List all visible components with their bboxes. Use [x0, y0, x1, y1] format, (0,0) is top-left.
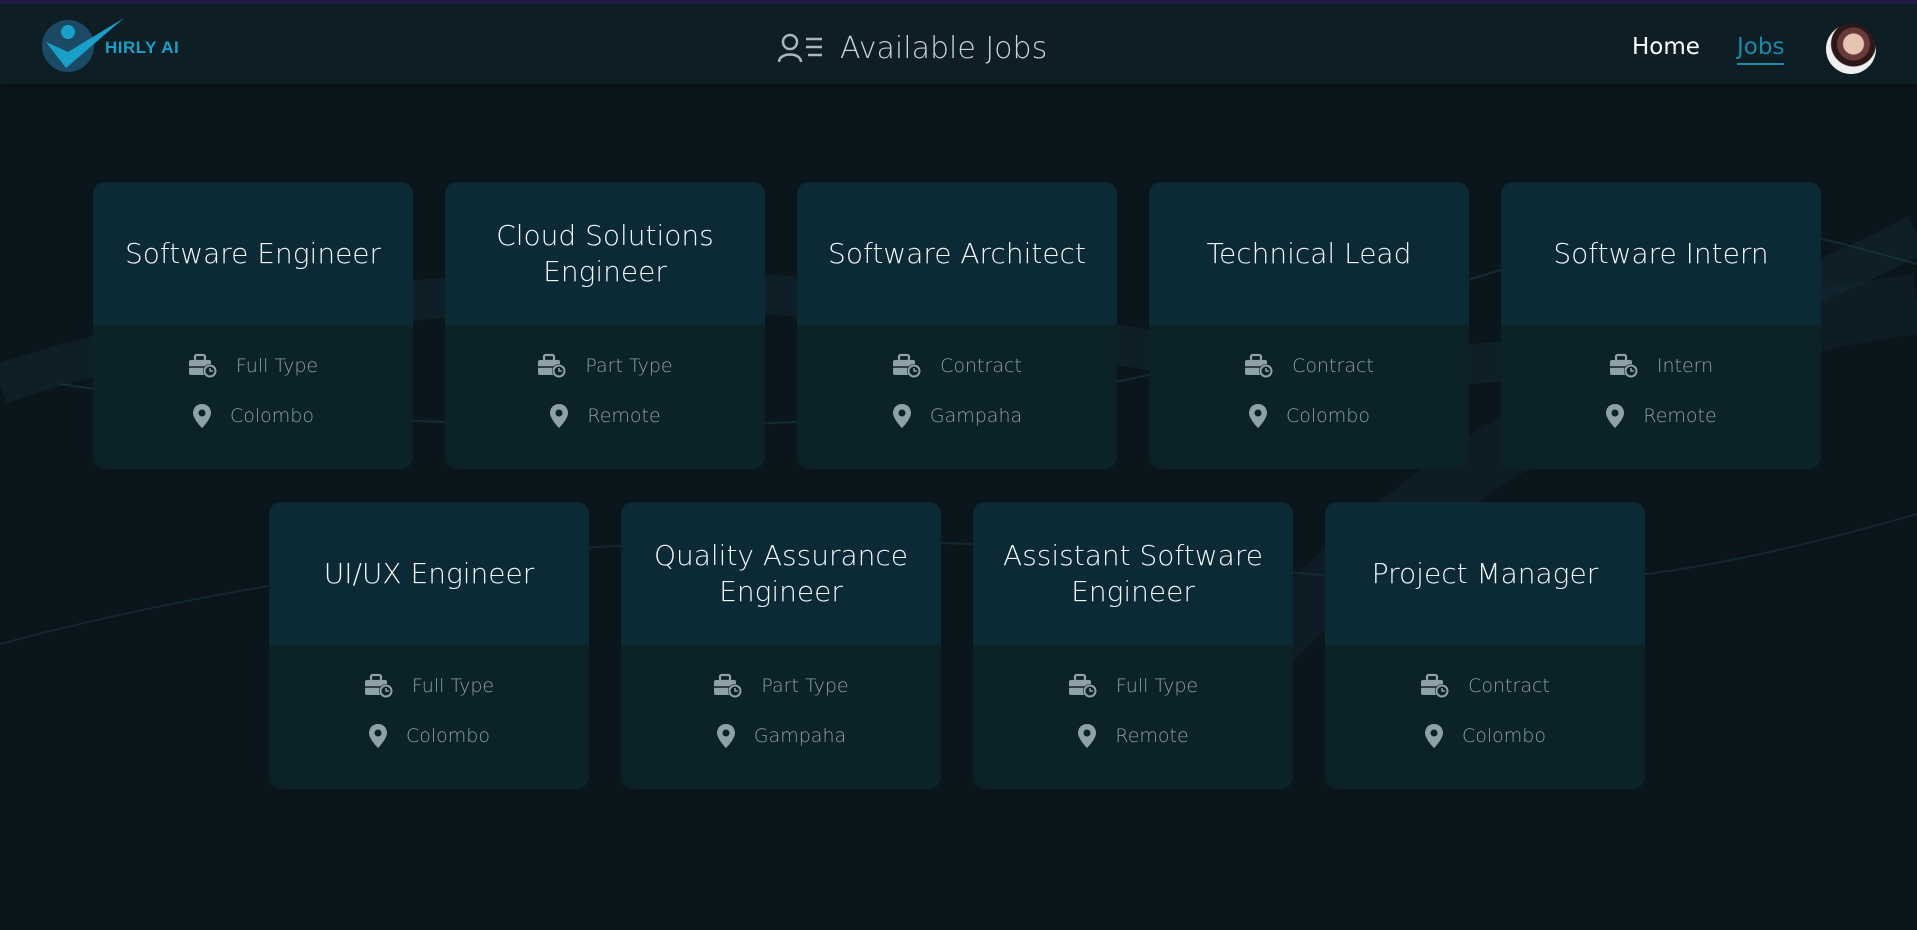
job-location-row: Colombo	[1325, 723, 1645, 749]
job-location-row: Colombo	[269, 723, 589, 749]
job-card[interactable]: UI/UX Engineer Full Type Colombo	[269, 502, 589, 789]
map-pin-icon	[550, 404, 569, 428]
map-pin-icon	[892, 404, 911, 428]
job-title: UI/UX Engineer	[323, 556, 535, 590]
nav-jobs-link[interactable]: Jobs	[1737, 34, 1785, 65]
job-type: Contract	[940, 355, 1022, 377]
job-card-header: Assistant Software Engineer	[973, 502, 1293, 645]
job-type-row: Part Type	[445, 353, 765, 379]
job-location: Colombo	[1462, 725, 1546, 747]
job-location: Colombo	[1286, 405, 1370, 427]
briefcase-clock-icon	[1068, 673, 1097, 698]
job-location-row: Remote	[445, 403, 765, 429]
job-card-header: Software Intern	[1501, 182, 1821, 325]
job-card-header: UI/UX Engineer	[269, 502, 589, 645]
job-type: Full Type	[411, 675, 495, 697]
page-title-text: Available Jobs	[840, 30, 1048, 66]
job-card[interactable]: Software Engineer Full Type Colombo	[93, 182, 413, 469]
job-location-row: Gampaha	[621, 723, 941, 749]
job-card-header: Software Architect	[797, 182, 1117, 325]
job-location: Colombo	[230, 405, 314, 427]
job-type: Full Type	[1115, 675, 1199, 697]
page-title: Available Jobs	[778, 28, 1047, 68]
job-card[interactable]: Cloud Solutions Engineer Part Type Remot…	[445, 182, 765, 469]
job-type-row: Contract	[797, 353, 1117, 379]
map-pin-icon	[716, 724, 735, 748]
briefcase-clock-icon	[714, 673, 743, 698]
briefcase-clock-icon	[1421, 673, 1450, 698]
job-location-row: Remote	[1501, 403, 1821, 429]
briefcase-clock-icon	[1609, 353, 1638, 378]
job-title: Software Architect	[828, 236, 1086, 270]
job-type: Intern	[1656, 355, 1714, 377]
job-type: Contract	[1468, 675, 1550, 697]
job-card-header: Software Engineer	[93, 182, 413, 325]
job-location: Gampaha	[929, 405, 1023, 427]
job-type: Part Type	[585, 355, 673, 377]
job-title: Software Intern	[1553, 236, 1769, 270]
top-navbar: HIRLY AI Available Jobs Home Jobs	[0, 4, 1917, 84]
job-title: Technical Lead	[1206, 236, 1412, 270]
job-title: Quality Assurance Engineer	[653, 538, 909, 608]
brand-name: HIRLY AI	[105, 38, 180, 57]
job-location-row: Remote	[973, 723, 1293, 749]
job-location: Remote	[1115, 725, 1189, 747]
briefcase-clock-icon	[364, 673, 393, 698]
job-type-row: Contract	[1325, 673, 1645, 699]
job-type-row: Full Type	[973, 673, 1293, 699]
job-card[interactable]: Quality Assurance Engineer Part Type Gam…	[621, 502, 941, 789]
job-type-row: Part Type	[621, 673, 941, 699]
job-location: Colombo	[406, 725, 490, 747]
job-title: Assistant Software Engineer	[1003, 538, 1263, 608]
job-location-row: Colombo	[1149, 403, 1469, 429]
map-pin-icon	[193, 404, 211, 428]
briefcase-clock-icon	[188, 353, 217, 378]
job-title: Cloud Solutions Engineer	[496, 218, 714, 288]
job-type: Full Type	[235, 355, 319, 377]
job-card[interactable]: Technical Lead Contract Colombo	[1149, 182, 1469, 469]
job-card[interactable]: Software Intern Intern Remote	[1501, 182, 1821, 469]
job-card[interactable]: Software Architect Contract Gampaha	[797, 182, 1117, 469]
job-card-header: Project Manager	[1325, 502, 1645, 645]
briefcase-clock-icon	[1245, 353, 1274, 378]
job-card[interactable]: Project Manager Contract Colombo	[1325, 502, 1645, 789]
job-location: Remote	[587, 405, 661, 427]
job-title: Software Engineer	[124, 236, 382, 270]
job-type-row: Contract	[1149, 353, 1469, 379]
job-location: Gampaha	[753, 725, 847, 747]
job-type-row: Intern	[1501, 353, 1821, 379]
job-location-row: Colombo	[93, 403, 413, 429]
nav-home-link[interactable]: Home	[1632, 34, 1700, 60]
map-pin-icon	[1249, 404, 1267, 428]
job-location-row: Gampaha	[797, 403, 1117, 429]
map-pin-icon	[1606, 404, 1625, 428]
user-avatar[interactable]	[1826, 24, 1876, 74]
briefcase-clock-icon	[538, 353, 567, 378]
user-list-icon	[778, 33, 822, 63]
map-pin-icon	[1078, 724, 1097, 748]
map-pin-icon	[1425, 724, 1443, 748]
job-title: Project Manager	[1371, 556, 1599, 590]
map-pin-icon	[369, 724, 387, 748]
job-card-header: Quality Assurance Engineer	[621, 502, 941, 645]
job-type: Contract	[1292, 355, 1374, 377]
job-type-row: Full Type	[269, 673, 589, 699]
briefcase-clock-icon	[893, 353, 922, 378]
job-card-header: Technical Lead	[1149, 182, 1469, 325]
job-location: Remote	[1643, 405, 1717, 427]
job-card[interactable]: Assistant Software Engineer Full Type Re…	[973, 502, 1293, 789]
job-type-row: Full Type	[93, 353, 413, 379]
job-card-header: Cloud Solutions Engineer	[445, 182, 765, 325]
job-type: Part Type	[761, 675, 849, 697]
